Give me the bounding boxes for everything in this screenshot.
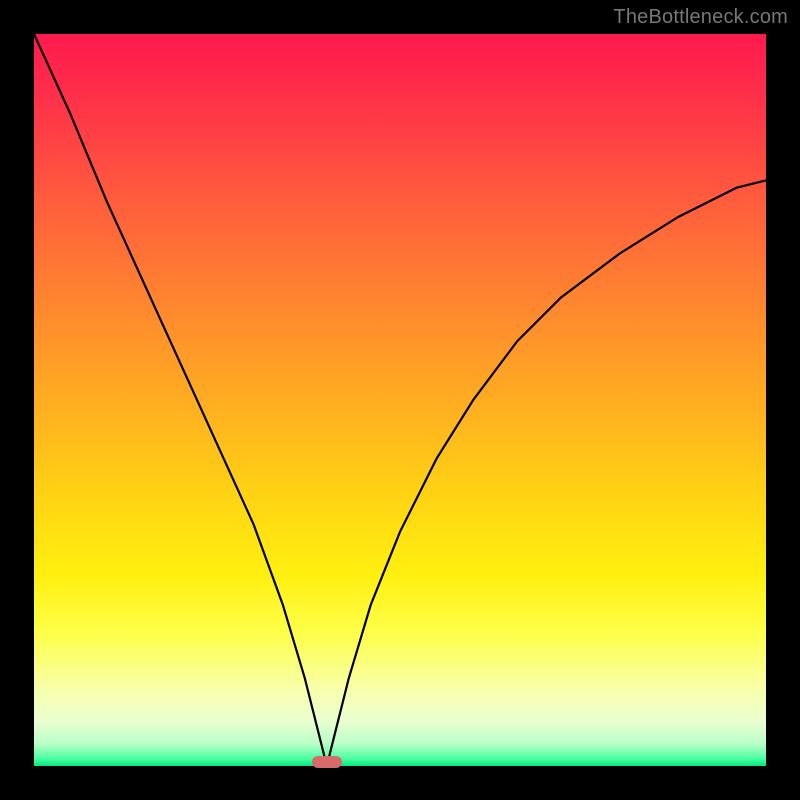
watermark-text: TheBottleneck.com: [613, 6, 788, 29]
chart-container: TheBottleneck.com: [0, 0, 800, 800]
minimum-marker: [312, 756, 342, 768]
bottleneck-curve: [34, 34, 766, 766]
plot-area: [34, 34, 766, 766]
